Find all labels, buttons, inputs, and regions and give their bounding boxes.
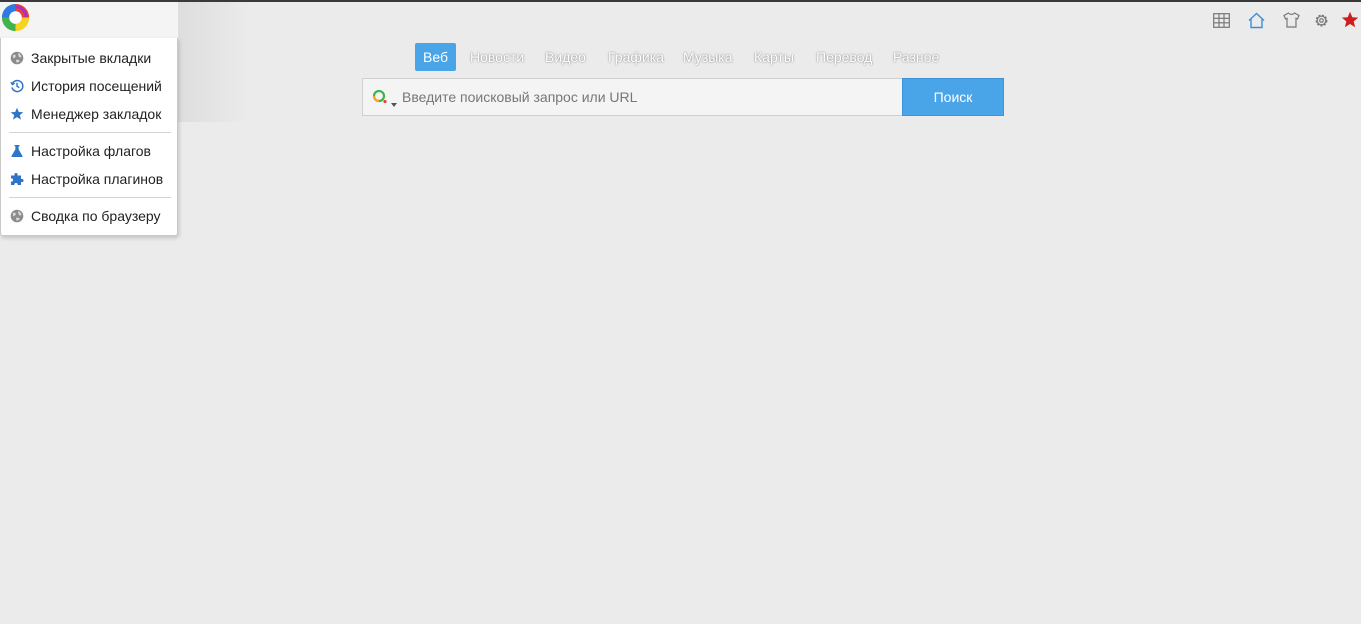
grid-icon[interactable] (1212, 11, 1230, 29)
menu-separator (9, 197, 171, 198)
star-icon (9, 107, 24, 122)
search-engine-icon[interactable] (372, 89, 388, 105)
menu-item-plugins-settings[interactable]: Настройка плагинов (1, 166, 177, 192)
search-button[interactable]: Поиск (902, 78, 1004, 116)
browser-main-menu: Закрытые вкладки История посещений Менед… (0, 38, 178, 236)
tab-video[interactable]: Видео (545, 43, 586, 71)
tab-translate[interactable]: Перевод (816, 43, 872, 71)
menu-item-label: Настройка плагинов (31, 171, 164, 187)
menu-item-label: История посещений (31, 78, 162, 94)
menu-item-browser-summary[interactable]: Сводка по браузеру (1, 203, 177, 229)
tab-graphics[interactable]: Графика (608, 43, 664, 71)
menu-item-label: Закрытые вкладки (31, 50, 152, 66)
search-input[interactable] (402, 79, 897, 115)
tab-music[interactable]: Музыка (683, 43, 733, 71)
chevron-down-icon[interactable] (391, 103, 397, 107)
menu-item-label: Менеджер закладок (31, 106, 162, 122)
shirt-icon[interactable] (1282, 11, 1300, 29)
menu-shadow (178, 2, 248, 122)
menu-item-label: Сводка по браузеру (31, 208, 161, 224)
tab-news[interactable]: Новости (470, 43, 524, 71)
globe-icon (9, 209, 24, 224)
menu-item-flags-settings[interactable]: Настройка флагов (1, 138, 177, 164)
home-icon[interactable] (1247, 11, 1265, 29)
tab-maps[interactable]: Карты (754, 43, 794, 71)
browser-logo-icon[interactable] (0, 2, 31, 33)
gear-icon[interactable] (1312, 11, 1330, 29)
browser-logo-area[interactable] (0, 2, 178, 38)
menu-item-closed-tabs[interactable]: Закрытые вкладки (1, 45, 177, 71)
flask-icon (9, 144, 24, 159)
history-clock-icon (9, 79, 24, 94)
menu-separator (9, 132, 171, 133)
globe-icon (9, 51, 24, 66)
menu-item-label: Настройка флагов (31, 143, 151, 159)
menu-item-bookmark-manager[interactable]: Менеджер закладок (1, 101, 177, 127)
menu-item-history[interactable]: История посещений (1, 73, 177, 99)
tab-web[interactable]: Веб (415, 43, 456, 71)
search-box (362, 78, 903, 116)
puzzle-icon (9, 172, 24, 187)
star-icon[interactable] (1341, 11, 1359, 29)
tab-misc[interactable]: Разное (893, 43, 939, 71)
